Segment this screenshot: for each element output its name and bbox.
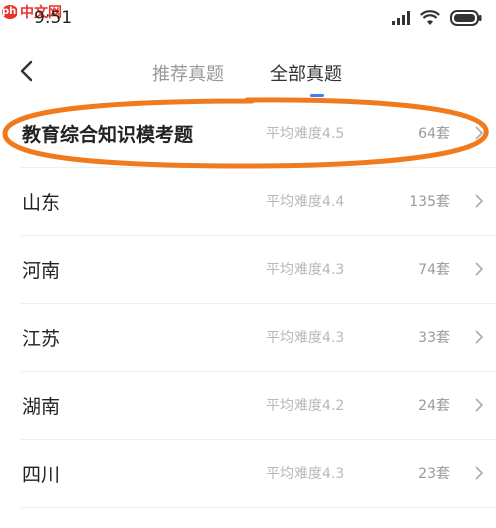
status-bar: php 中文网 9:51 <box>0 0 496 40</box>
wifi-icon <box>420 10 440 25</box>
signal-icon <box>392 11 410 25</box>
chevron-right-icon <box>475 126 484 140</box>
list-item-difficulty: 平均难度4.5 <box>266 126 345 142</box>
chevron-right-icon <box>475 330 484 344</box>
chevron-right-icon <box>475 262 484 276</box>
list-item[interactable]: 四川 平均难度4.3 23套 <box>0 440 496 508</box>
list-item-difficulty: 平均难度4.4 <box>266 194 345 210</box>
status-icons <box>392 10 482 26</box>
chevron-right-icon <box>475 466 484 480</box>
watermark-logo: php <box>2 5 24 19</box>
tab-all[interactable]: 全部真题 <box>270 60 342 86</box>
list-item[interactable]: 湖南 平均难度4.2 24套 <box>0 372 496 440</box>
chevron-right-icon <box>475 194 484 208</box>
tab-recommended[interactable]: 推荐真题 <box>152 60 224 86</box>
exam-list: 教育综合知识模考题 平均难度4.5 64套 山东 平均难度4.4 135套 河南… <box>0 100 496 508</box>
list-item-count: 33套 <box>418 330 450 346</box>
list-item-count: 24套 <box>418 398 450 414</box>
list-item-count: 23套 <box>418 466 450 482</box>
list-item-difficulty: 平均难度4.3 <box>266 262 345 278</box>
list-item-difficulty: 平均难度4.2 <box>266 398 345 414</box>
list-item-title: 河南 <box>22 260 61 282</box>
top-nav: 推荐真题 全部真题 <box>0 44 496 100</box>
list-item-difficulty: 平均难度4.3 <box>266 330 345 346</box>
list-item-title: 教育综合知识模考题 <box>22 124 194 146</box>
list-item-count: 135套 <box>409 194 450 210</box>
list-item[interactable]: 山东 平均难度4.4 135套 <box>0 168 496 236</box>
list-item[interactable]: 河南 平均难度4.3 74套 <box>0 236 496 304</box>
list-item-count: 64套 <box>418 126 450 142</box>
battery-icon <box>450 10 482 26</box>
list-item-count: 74套 <box>418 262 450 278</box>
list-item-title: 山东 <box>22 192 61 214</box>
list-item[interactable]: 江苏 平均难度4.3 33套 <box>0 304 496 372</box>
list-item-title: 江苏 <box>22 328 61 350</box>
list-item-title: 湖南 <box>22 396 61 418</box>
chevron-left-icon[interactable] <box>14 58 40 84</box>
chevron-right-icon <box>475 398 484 412</box>
active-tab-indicator <box>310 94 324 97</box>
list-item-title: 四川 <box>22 464 61 486</box>
status-time: 9:51 <box>34 8 73 28</box>
list-item-difficulty: 平均难度4.3 <box>266 466 345 482</box>
list-item[interactable]: 教育综合知识模考题 平均难度4.5 64套 <box>0 100 496 168</box>
